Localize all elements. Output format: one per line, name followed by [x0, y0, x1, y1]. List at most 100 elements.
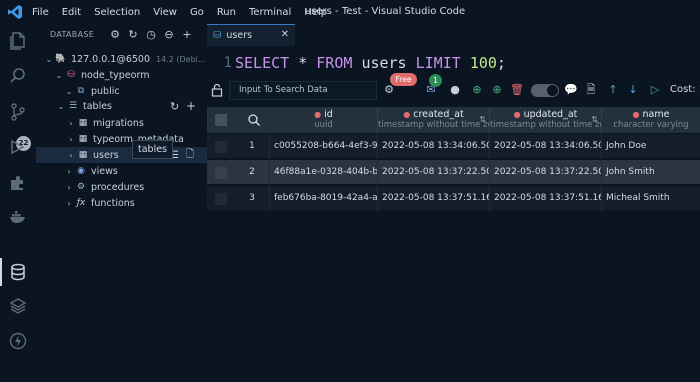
table-icon: ▦ [78, 118, 88, 128]
arrow-down-icon[interactable]: ↓ [625, 82, 641, 98]
title-bar: File Edit Selection View Go Run Terminal… [0, 0, 700, 24]
data-search-input[interactable]: Input To Search Data [229, 81, 377, 100]
tree-users[interactable]: › ▦ users ☰ 🗋 [36, 147, 207, 163]
docker-icon[interactable] [8, 207, 28, 227]
column-header-updated-at[interactable]: ●updated_at timestamp without time zone … [490, 107, 602, 133]
table-header: ● id uuid ● created_at timestamp without t… [207, 107, 700, 133]
collapse-icon[interactable]: ⊖ [160, 28, 178, 41]
chevron-right-icon: › [69, 150, 73, 160]
search-icon[interactable] [247, 113, 261, 127]
cell-name[interactable]: Micheal Smith [602, 186, 700, 211]
postgres-icon: 🐘 [55, 54, 67, 64]
tree-procedures[interactable]: › ⚙ procedures [36, 179, 207, 195]
tree-typeorm-metadata[interactable]: › ▦ typeorm_metadata [36, 131, 207, 147]
line-number: 1 [223, 55, 232, 71]
extensions-icon[interactable] [8, 172, 28, 192]
delete-icon[interactable]: 🗑 [509, 82, 525, 98]
run-icon[interactable]: ▷ [647, 82, 663, 98]
cell-id[interactable]: feb676ba-8019-42a4-ae [270, 186, 378, 211]
close-icon[interactable]: ✕ [281, 29, 289, 40]
column-header-created-at[interactable]: ●created_at timestamp without time zone … [378, 107, 490, 133]
lock-icon[interactable] [210, 83, 224, 97]
column-type: timestamp without time zone [490, 120, 601, 130]
history-icon[interactable]: ◷ [142, 28, 160, 41]
table-row[interactable]: 3 feb676ba-8019-42a4-ae 2022-05-08 13:37… [207, 186, 700, 211]
column-name: updated_at [523, 109, 578, 120]
sql-file-icon: ⛁ [213, 30, 222, 41]
schema-icon: ⧉ [77, 86, 85, 96]
cell-name[interactable]: John Smith [602, 160, 700, 185]
table-row[interactable]: 2 46f88a1e-0328-404b-b8 2022-05-08 13:37… [207, 160, 700, 185]
connection-label: 127.0.0.1@6500 [71, 53, 151, 65]
column-type: uuid [314, 120, 333, 130]
insert-icon[interactable]: ⊕ [489, 82, 505, 98]
views-icon: ◉ [77, 166, 85, 176]
column-header-name[interactable]: ● name character varying [602, 107, 700, 133]
column-name: id [324, 109, 333, 120]
database-sidebar: DATABASE ⚙ ↻ ◷ ⊖ + ⌄ 🐘 127.0.0.1@6500 14… [36, 24, 207, 382]
source-control-icon[interactable] [8, 102, 28, 122]
sort-icon[interactable]: ⇅ [591, 115, 598, 124]
column-header-id[interactable]: ● id uuid [270, 107, 378, 133]
free-badge: Free [390, 73, 417, 86]
row-number: 1 [235, 134, 270, 159]
table-row[interactable]: 1 c0055208-b664-4ef3-94 2022-05-08 13:34… [207, 134, 700, 159]
cell-updated-at[interactable]: 2022-05-08 13:37:22.502 [490, 160, 602, 185]
cell-created-at[interactable]: 2022-05-08 13:34:06.500 [378, 134, 490, 159]
cell-name[interactable]: John Doe [602, 134, 700, 159]
cell-id[interactable]: 46f88a1e-0328-404b-b8 [270, 160, 378, 185]
file-icon[interactable]: 🗋 [186, 147, 194, 164]
search-icon[interactable] [8, 66, 28, 86]
arrow-up-icon[interactable]: ↑ [605, 82, 621, 98]
row-checkbox[interactable] [215, 167, 227, 179]
cell-id[interactable]: c0055208-b664-4ef3-94 [270, 134, 378, 159]
refresh-icon[interactable]: ↻ [124, 28, 142, 41]
sql-star: * [298, 54, 308, 72]
tree-database[interactable]: ⌄ ⛁ node_typeorm [36, 67, 207, 83]
procedures-label: procedures [91, 181, 145, 193]
schema-label: public [91, 85, 120, 97]
settings-icon[interactable]: ⚙ [106, 28, 124, 41]
sql-editor[interactable]: 1 SELECT * FROM users LIMIT 100 ; [207, 50, 700, 76]
tree-schema[interactable]: ⌄ ⧉ public [36, 83, 207, 99]
mail-count-badge: 1 [429, 74, 442, 87]
refresh-icon[interactable]: ↻ [170, 100, 179, 113]
add-table-icon[interactable]: + [186, 99, 196, 113]
cell-updated-at[interactable]: 2022-05-08 13:34:06.500 [490, 134, 602, 159]
chevron-right-icon: › [67, 166, 71, 176]
tree-functions[interactable]: › ƒx functions [36, 195, 207, 211]
column-type: timestamp without time zone [378, 120, 489, 130]
toggle-switch[interactable] [531, 84, 559, 97]
required-marker: ● [632, 110, 640, 119]
database-icon[interactable] [8, 262, 28, 282]
tree-views[interactable]: › ◉ views [36, 163, 207, 179]
comment-icon[interactable]: 💬 [563, 82, 579, 98]
tree-tables[interactable]: ⌄ ☰ tables ↻ + [36, 98, 207, 114]
cell-created-at[interactable]: 2022-05-08 13:37:51.164 [378, 186, 490, 211]
select-all-checkbox[interactable] [215, 114, 227, 126]
required-marker: ● [513, 110, 521, 119]
layers-icon[interactable] [8, 296, 28, 316]
debug-icon[interactable] [8, 137, 28, 157]
sort-icon[interactable]: ⇅ [479, 115, 486, 124]
window-title: users - Test - Visual Studio Code [304, 6, 466, 17]
document-icon[interactable]: 🗎 [583, 82, 599, 98]
tab-users[interactable]: ⛁ users ✕ [207, 24, 295, 46]
row-checkbox[interactable] [215, 193, 227, 205]
row-checkbox[interactable] [215, 141, 227, 153]
activity-bar: 22 [0, 24, 36, 382]
explorer-icon[interactable] [8, 30, 28, 50]
sql-limit-value: 100 [469, 54, 497, 72]
cell-updated-at[interactable]: 2022-05-08 13:37:51.164 [490, 186, 602, 211]
required-marker: ● [403, 110, 411, 119]
tab-label: users [226, 30, 253, 41]
add-row-icon[interactable]: ⊕ [469, 82, 485, 98]
tree-connection[interactable]: ⌄ 🐘 127.0.0.1@6500 14.2 (Debi... [36, 51, 207, 67]
cell-created-at[interactable]: 2022-05-08 13:37:22.502 [378, 160, 490, 185]
github-icon[interactable]: ● [447, 82, 463, 98]
add-connection-icon[interactable]: + [178, 28, 196, 41]
tree-migrations[interactable]: › ▦ migrations [36, 115, 207, 131]
chevron-down-icon: ⌄ [57, 101, 65, 111]
lightning-icon[interactable] [8, 331, 28, 351]
chevron-down-icon: ⌄ [55, 70, 63, 80]
